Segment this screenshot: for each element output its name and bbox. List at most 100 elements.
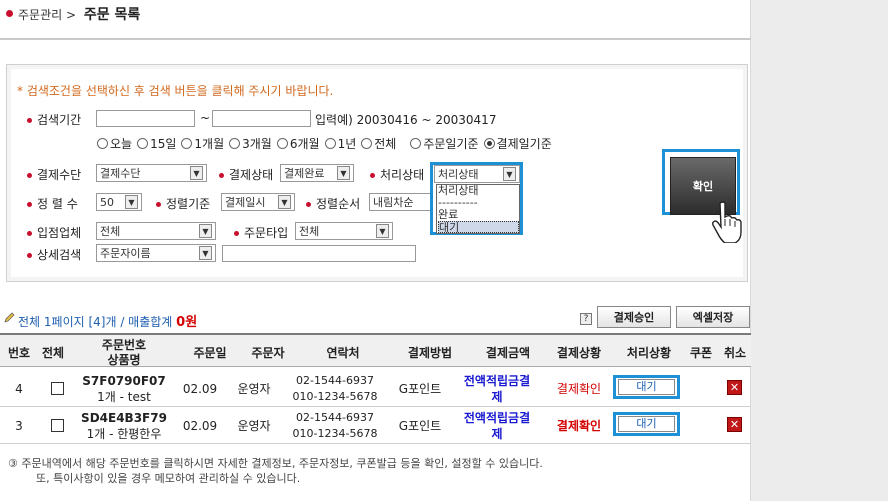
customer-name: 운영자 (237, 419, 271, 433)
footnote-line1: ③ 주문내역에서 해당 주문번호를 클릭하시면 자세한 결제정보, 주문자정보,… (8, 457, 543, 470)
approve-payment-button[interactable]: 결제승인 (597, 306, 671, 328)
breadcrumb: 주문관리 > 주문 목록 (18, 4, 140, 24)
basis-order-date[interactable]: 주문일기준 (410, 135, 479, 152)
breadcrumb-section: 주문관리 > (18, 8, 77, 22)
order-type-select[interactable]: 전체 ▼ (295, 222, 393, 240)
bullet-icon (27, 231, 32, 236)
process-status-options: 처리상태 ---------- 완료 대기 (436, 184, 520, 234)
header-divider (0, 38, 751, 40)
bullet-icon (234, 231, 239, 236)
period-label: 검색기간 (27, 111, 81, 128)
sort-order-label: 정렬순서 (306, 195, 360, 212)
header-order-date: 주문일 (193, 346, 227, 360)
period-option-15d[interactable]: 15일 (137, 135, 176, 152)
bullet-icon (306, 202, 311, 207)
header-pay-method: 결제방법 (407, 346, 453, 360)
period-option-1y[interactable]: 1년 (324, 135, 356, 152)
cancel-button[interactable]: ✕ (727, 417, 742, 432)
bullet-icon (219, 173, 224, 178)
period-separator: ~ (200, 111, 211, 125)
payment-status-label: 결제상태 (219, 166, 273, 183)
bullet-icon (370, 173, 375, 178)
excel-export-button[interactable]: 엑셀저장 (676, 306, 750, 328)
period-start-input[interactable] (96, 110, 195, 127)
order-date: 02.09 (182, 382, 218, 396)
chevron-down-icon: ▼ (278, 195, 291, 209)
process-option-complete[interactable]: 완료 (438, 209, 519, 221)
payment-method-select[interactable]: 결제수단 ▼ (96, 164, 207, 182)
process-status-highlight: 대기 (613, 375, 680, 399)
table-header: 번호 전체 주문번호 상품명 주문일 주문자 연락처 결제방법 결제금액 결제상… (0, 333, 751, 367)
header-all: 전체 (41, 346, 65, 360)
row-checkbox[interactable] (51, 382, 64, 395)
bullet-icon (156, 202, 161, 207)
period-end-input[interactable] (212, 110, 311, 127)
order-date: 02.09 (182, 419, 218, 433)
basis-payment-date[interactable]: 결제일기준 (483, 135, 552, 152)
chevron-down-icon: ▼ (190, 166, 203, 180)
process-status-button[interactable]: 대기 (618, 416, 675, 432)
period-option-1m[interactable]: 1개월 (181, 135, 224, 152)
sort-order-select[interactable]: 내림차순 (369, 193, 433, 211)
footnote-line2: 또, 특이사항이 있을 경우 메모하여 관리하실 수 있습니다. (36, 472, 301, 485)
pay-method: G포인트 (398, 419, 442, 433)
footnote: ③ 주문내역에서 해당 주문번호를 클릭하시면 자세한 결제정보, 주문자정보,… (8, 456, 543, 486)
cancel-button[interactable]: ✕ (727, 380, 742, 395)
chevron-down-icon: ▼ (503, 167, 516, 181)
chevron-down-icon: ▼ (125, 195, 138, 209)
right-gutter (750, 0, 888, 501)
bullet-icon (27, 173, 32, 178)
bullet-icon (6, 10, 13, 17)
header-process: 처리상황 (626, 346, 672, 360)
header-product: 상품명 (107, 353, 141, 367)
vendor-select[interactable]: 전체 ▼ (96, 222, 216, 240)
product-name: 1개 - test (97, 390, 151, 404)
header-pay-amount: 결제금액 (485, 346, 531, 360)
pay-method: G포인트 (398, 382, 442, 396)
sort-basis-select[interactable]: 결제일시 ▼ (221, 193, 295, 211)
chevron-down-icon: ▼ (199, 246, 212, 260)
help-icon[interactable]: ? (580, 313, 592, 325)
process-status-button[interactable]: 대기 (618, 379, 675, 395)
payment-status-select[interactable]: 결제완료 ▼ (280, 164, 354, 182)
process-status-dropdown[interactable]: 처리상태 ▼ 처리상태 ---------- 완료 대기 (430, 162, 523, 235)
pay-status: 결제확인 (556, 382, 602, 396)
period-option-6m[interactable]: 6개월 (276, 135, 320, 152)
period-example: 입력예) 20030416 ~ 20030417 (315, 113, 497, 127)
header-no: 번호 (7, 346, 31, 360)
chevron-down-icon: ▼ (337, 166, 350, 180)
page-size-select[interactable]: 50 ▼ (96, 193, 142, 211)
hand-cursor-icon (712, 201, 742, 243)
order-number-link[interactable]: S7F0790F07 (70, 373, 178, 389)
search-notice: * 검색조건을 선택하신 후 검색 버튼을 클릭해 주시기 바랍니다. (17, 84, 334, 98)
period-option-all[interactable]: 전체 (361, 135, 396, 152)
detail-search-select[interactable]: 주문자이름 ▼ (96, 244, 216, 262)
process-option-waiting[interactable]: 대기 (438, 221, 519, 234)
customer-name: 운영자 (237, 382, 271, 396)
process-status-label: 처리상태 (370, 166, 424, 183)
close-icon: ✕ (727, 417, 742, 432)
detail-search-label: 상세검색 (27, 246, 81, 263)
detail-search-input[interactable] (222, 245, 416, 262)
product-name: 1개 - 한평한우 (86, 427, 162, 441)
header-pay-status: 결제상황 (556, 346, 602, 360)
header-cancel: 취소 (723, 346, 747, 360)
process-status-select[interactable]: 처리상태 ▼ (434, 165, 520, 183)
bullet-icon (27, 118, 32, 123)
payment-method-label: 결제수단 (27, 166, 81, 183)
period-option-today[interactable]: 오늘 (97, 135, 132, 152)
order-number-link[interactable]: SD4E4B3F79 (70, 410, 178, 426)
close-icon: ✕ (727, 380, 742, 395)
order-type-label: 주문타입 (234, 224, 288, 241)
chevron-down-icon: ▼ (376, 224, 389, 238)
header-contact: 연락처 (326, 346, 360, 360)
sales-total: 0원 (176, 315, 198, 330)
pay-amount-line1: 전액적립금결 (463, 374, 531, 388)
header-coupon: 쿠폰 (689, 346, 713, 360)
vendor-label: 입점업체 (27, 224, 81, 241)
period-option-3m[interactable]: 3개월 (229, 135, 272, 152)
row-checkbox[interactable] (51, 419, 64, 432)
phone-2: 010-1234-5678 (292, 390, 378, 403)
pay-amount-line1: 전액적립금결 (463, 411, 531, 425)
bullet-icon (27, 253, 32, 258)
